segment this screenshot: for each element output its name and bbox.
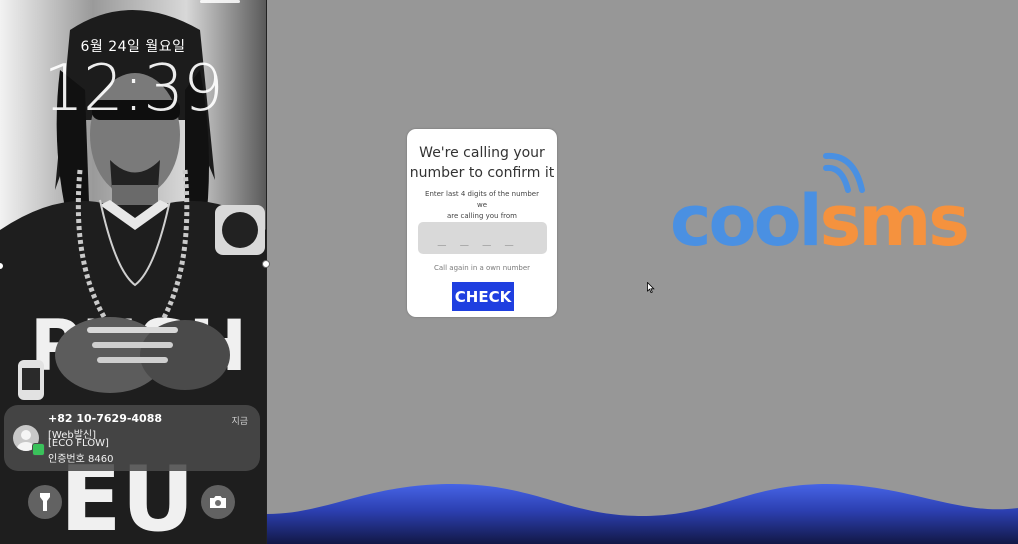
- card-instructions: Enter last 4 digits of the number we are…: [419, 189, 545, 222]
- card-title-line: We're calling your: [419, 145, 545, 161]
- panel-divider: [266, 0, 267, 544]
- flashlight-icon: [40, 493, 50, 511]
- code-input[interactable]: [418, 222, 547, 254]
- card-title: We're calling your number to confirm it: [407, 143, 557, 183]
- lock-screen-clock: 12:39: [43, 52, 223, 126]
- card-title-line: number to confirm it: [409, 165, 555, 181]
- card-instructions-line: are calling you from: [447, 212, 517, 220]
- card-instructions-line: Enter last 4 digits of the number we: [425, 190, 539, 209]
- coolsms-logo: coolsms: [670, 150, 990, 260]
- notification-time: 지금: [231, 417, 248, 427]
- notification-sender: +82 10-7629-4088: [48, 412, 163, 425]
- flashlight-button[interactable]: [28, 485, 62, 519]
- logo-text: coolsms: [670, 186, 970, 256]
- notification-line: [ECO FLOW]: [48, 438, 109, 449]
- home-indicator: [200, 0, 240, 3]
- mouse-cursor-icon: [647, 282, 655, 294]
- phone-lock-screen: PUSH EU 6월 24일 월요일 12:39 +82 10-7629-408…: [0, 0, 266, 544]
- wave-decoration: [267, 484, 1018, 544]
- phone-verification-card: We're calling your number to confirm it …: [407, 129, 557, 317]
- camera-icon: [210, 496, 226, 508]
- resize-handle[interactable]: [262, 260, 270, 268]
- notification-line: 인증번호 8460: [48, 454, 114, 465]
- logo-text-cool: cool: [670, 180, 823, 262]
- camera-button[interactable]: [201, 485, 235, 519]
- check-button[interactable]: CHECK: [452, 282, 514, 311]
- logo-text-sms: sms: [819, 180, 970, 262]
- call-again-link[interactable]: Call again in a own number: [407, 264, 557, 272]
- sms-notification[interactable]: +82 10-7629-4088 지금 [Web발신] [ECO FLOW] 인…: [4, 405, 260, 471]
- messages-app-icon: [32, 443, 45, 456]
